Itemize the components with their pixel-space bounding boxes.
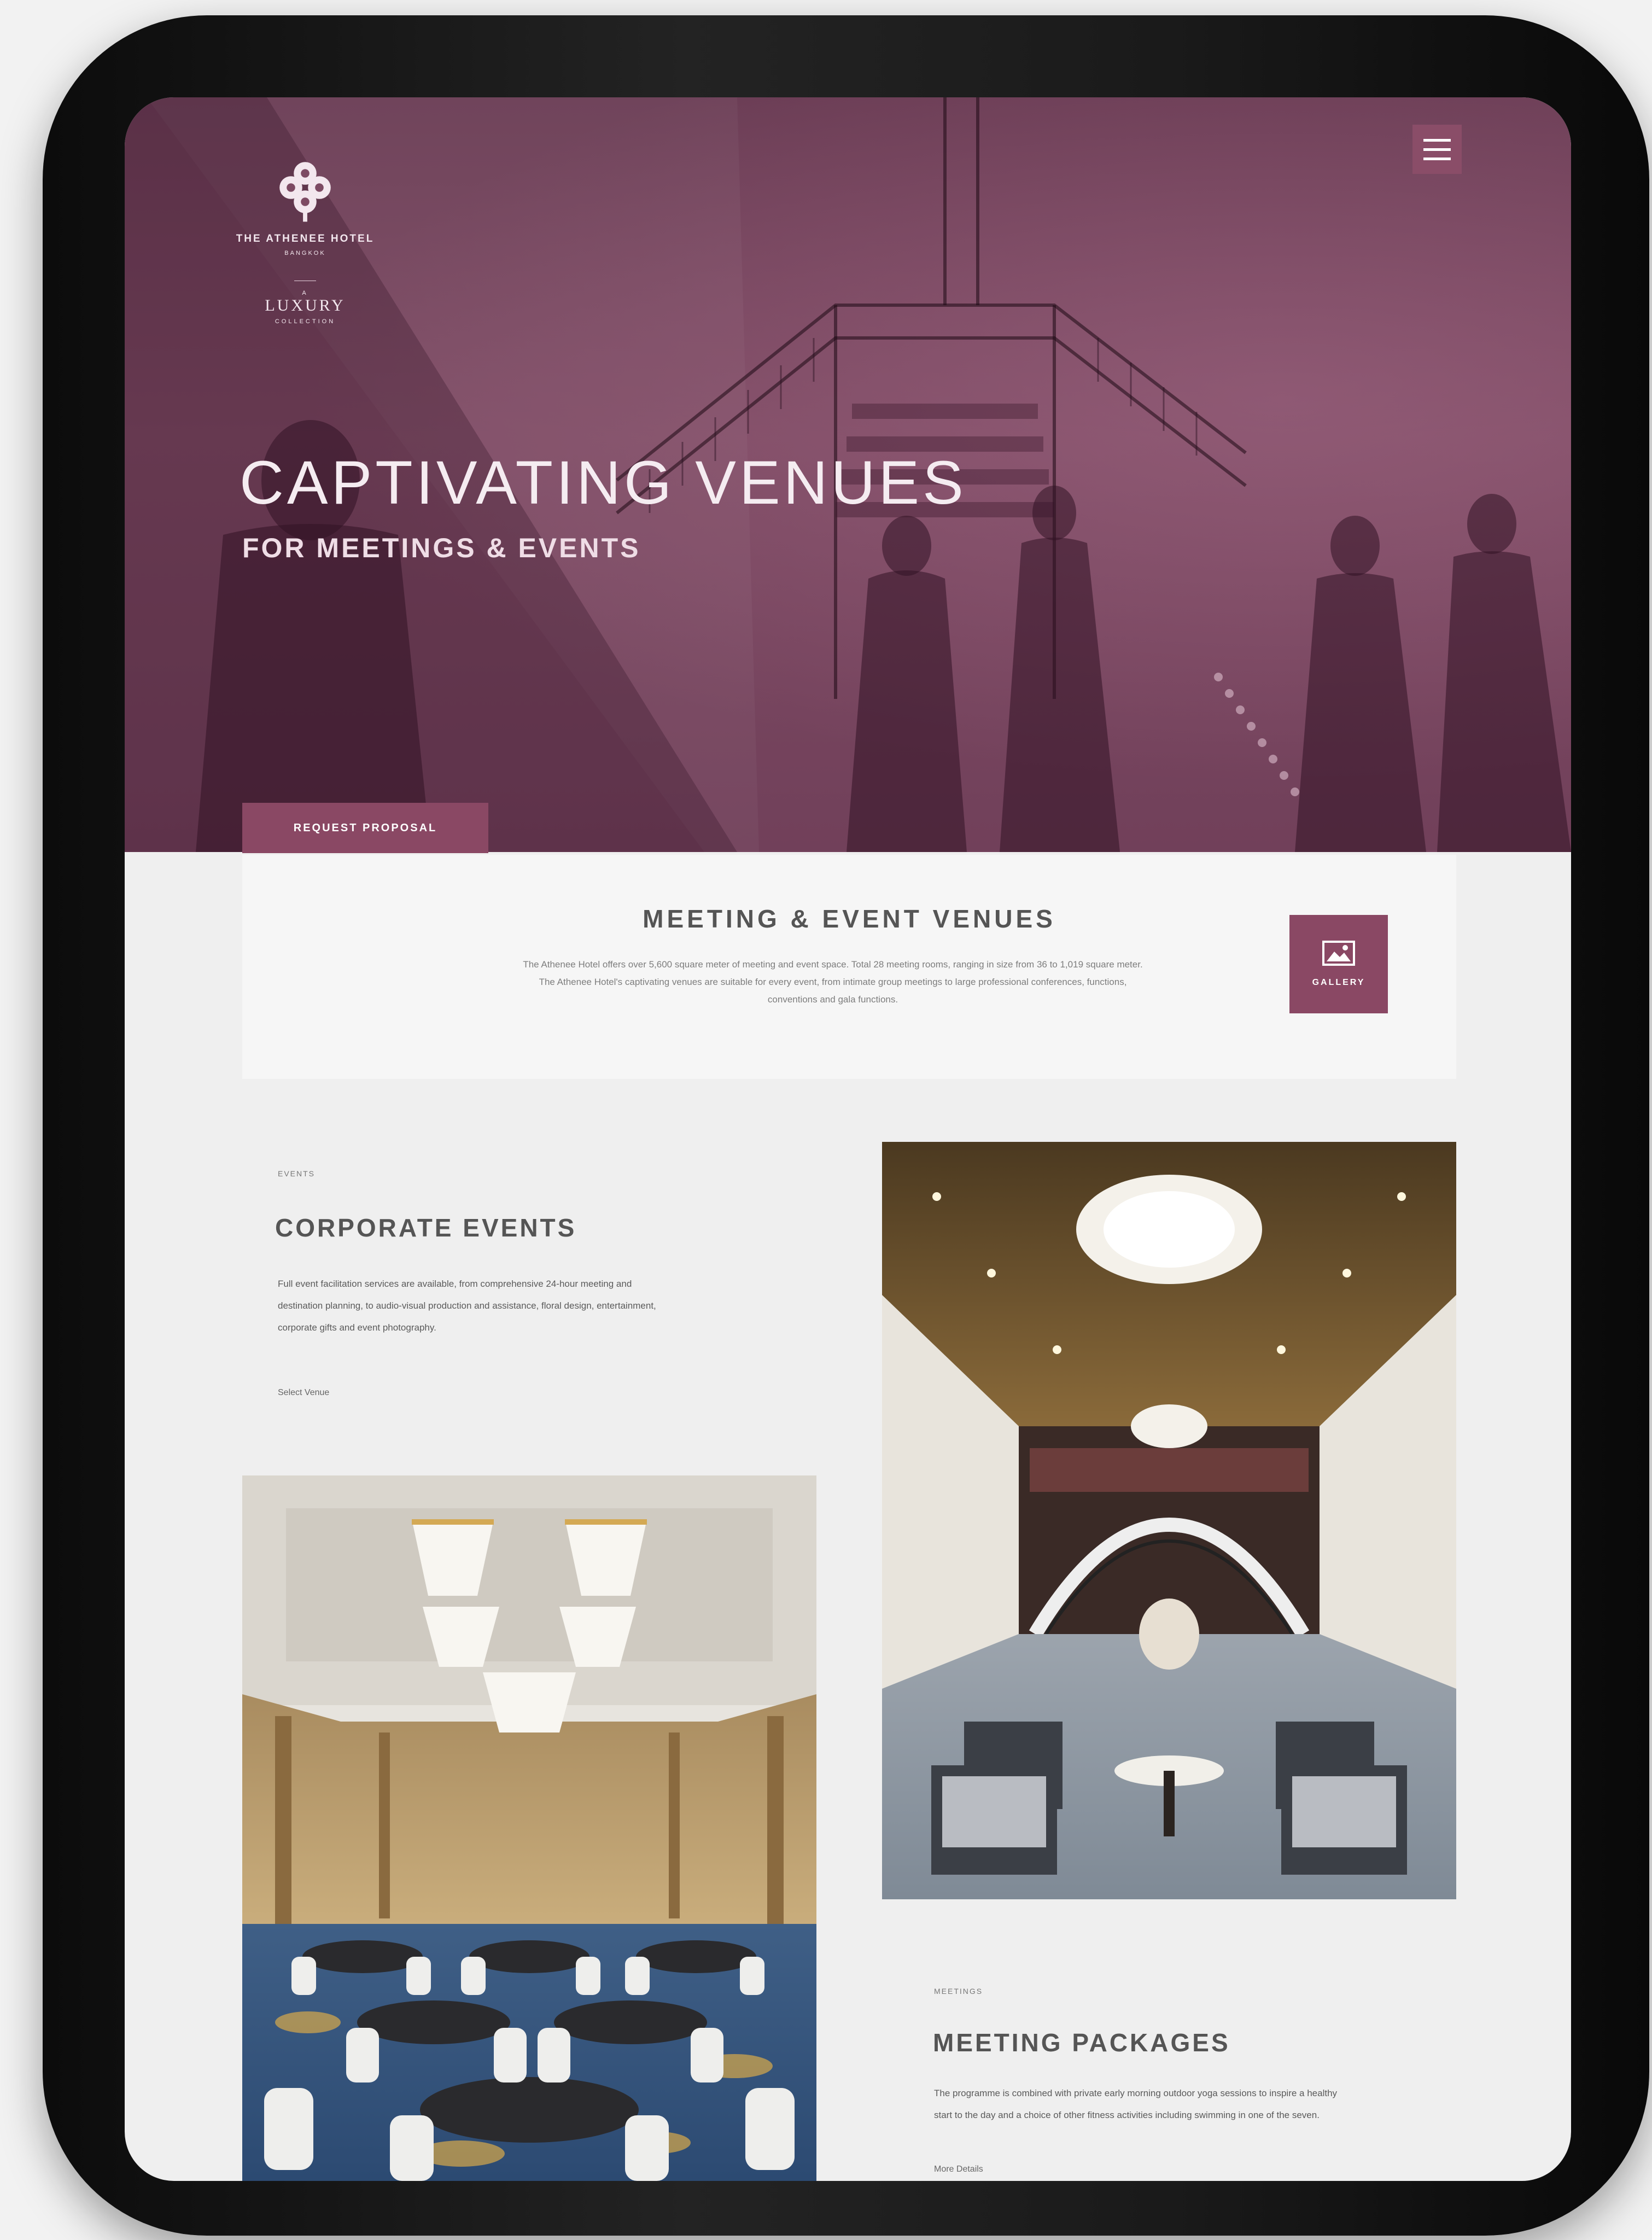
clover-emblem-icon bbox=[279, 162, 331, 222]
tablet-screen: THE ATHENEE HOTEL BANGKOK A LUXURY COLLE… bbox=[125, 97, 1571, 2181]
menu-line bbox=[1423, 157, 1451, 160]
logo-city: BANGKOK bbox=[284, 249, 326, 256]
meeting-event-venues-panel: MEETING & EVENT VENUES The Athenee Hotel… bbox=[242, 855, 1456, 1079]
select-venue-link[interactable]: Select Venue bbox=[278, 1388, 329, 1398]
menu-line bbox=[1423, 148, 1451, 151]
corporate-eyebrow: EVENTS bbox=[278, 1169, 316, 1178]
venues-description: The Athenee Hotel offers over 5,600 squa… bbox=[523, 959, 1143, 1005]
image-icon bbox=[1322, 941, 1355, 966]
logo-collection-bottom: COLLECTION bbox=[275, 318, 336, 325]
logo-collection-top: A bbox=[302, 289, 308, 296]
meetings-eyebrow: MEETINGS bbox=[934, 1987, 983, 1996]
hero-title: CAPTIVATING VENUES bbox=[240, 448, 967, 517]
request-proposal-button[interactable]: REQUEST PROPOSAL bbox=[242, 803, 488, 853]
more-details-link[interactable]: More Details bbox=[934, 2165, 983, 2174]
corporate-description: Full event facilitation services are ava… bbox=[278, 1279, 656, 1333]
venues-title: MEETING & EVENT VENUES bbox=[643, 905, 1056, 933]
meetings-description: The programme is combined with private e… bbox=[934, 2088, 1338, 2120]
meetings-title: MEETING PACKAGES bbox=[933, 2028, 1230, 2057]
ballroom-photo bbox=[242, 1475, 816, 2181]
hero-subtitle: FOR MEETINGS & EVENTS bbox=[242, 533, 641, 563]
hotel-logo[interactable]: THE ATHENEE HOTEL BANGKOK A LUXURY COLLE… bbox=[234, 152, 376, 325]
logo-luxury-wordmark: LUXURY bbox=[265, 296, 346, 314]
hero-banner: THE ATHENEE HOTEL BANGKOK A LUXURY COLLE… bbox=[125, 97, 1571, 852]
tablet-device-frame: THE ATHENEE HOTEL BANGKOK A LUXURY COLLE… bbox=[43, 15, 1649, 2236]
lobby-photo bbox=[882, 1142, 1456, 1899]
hamburger-menu-icon[interactable] bbox=[1412, 125, 1462, 174]
corporate-title: CORPORATE EVENTS bbox=[275, 1214, 577, 1242]
gallery-button[interactable]: GALLERY bbox=[1289, 915, 1388, 1013]
logo-hotel-name: THE ATHENEE HOTEL bbox=[236, 233, 375, 244]
gallery-label: GALLERY bbox=[1312, 978, 1365, 987]
menu-line bbox=[1423, 138, 1451, 142]
